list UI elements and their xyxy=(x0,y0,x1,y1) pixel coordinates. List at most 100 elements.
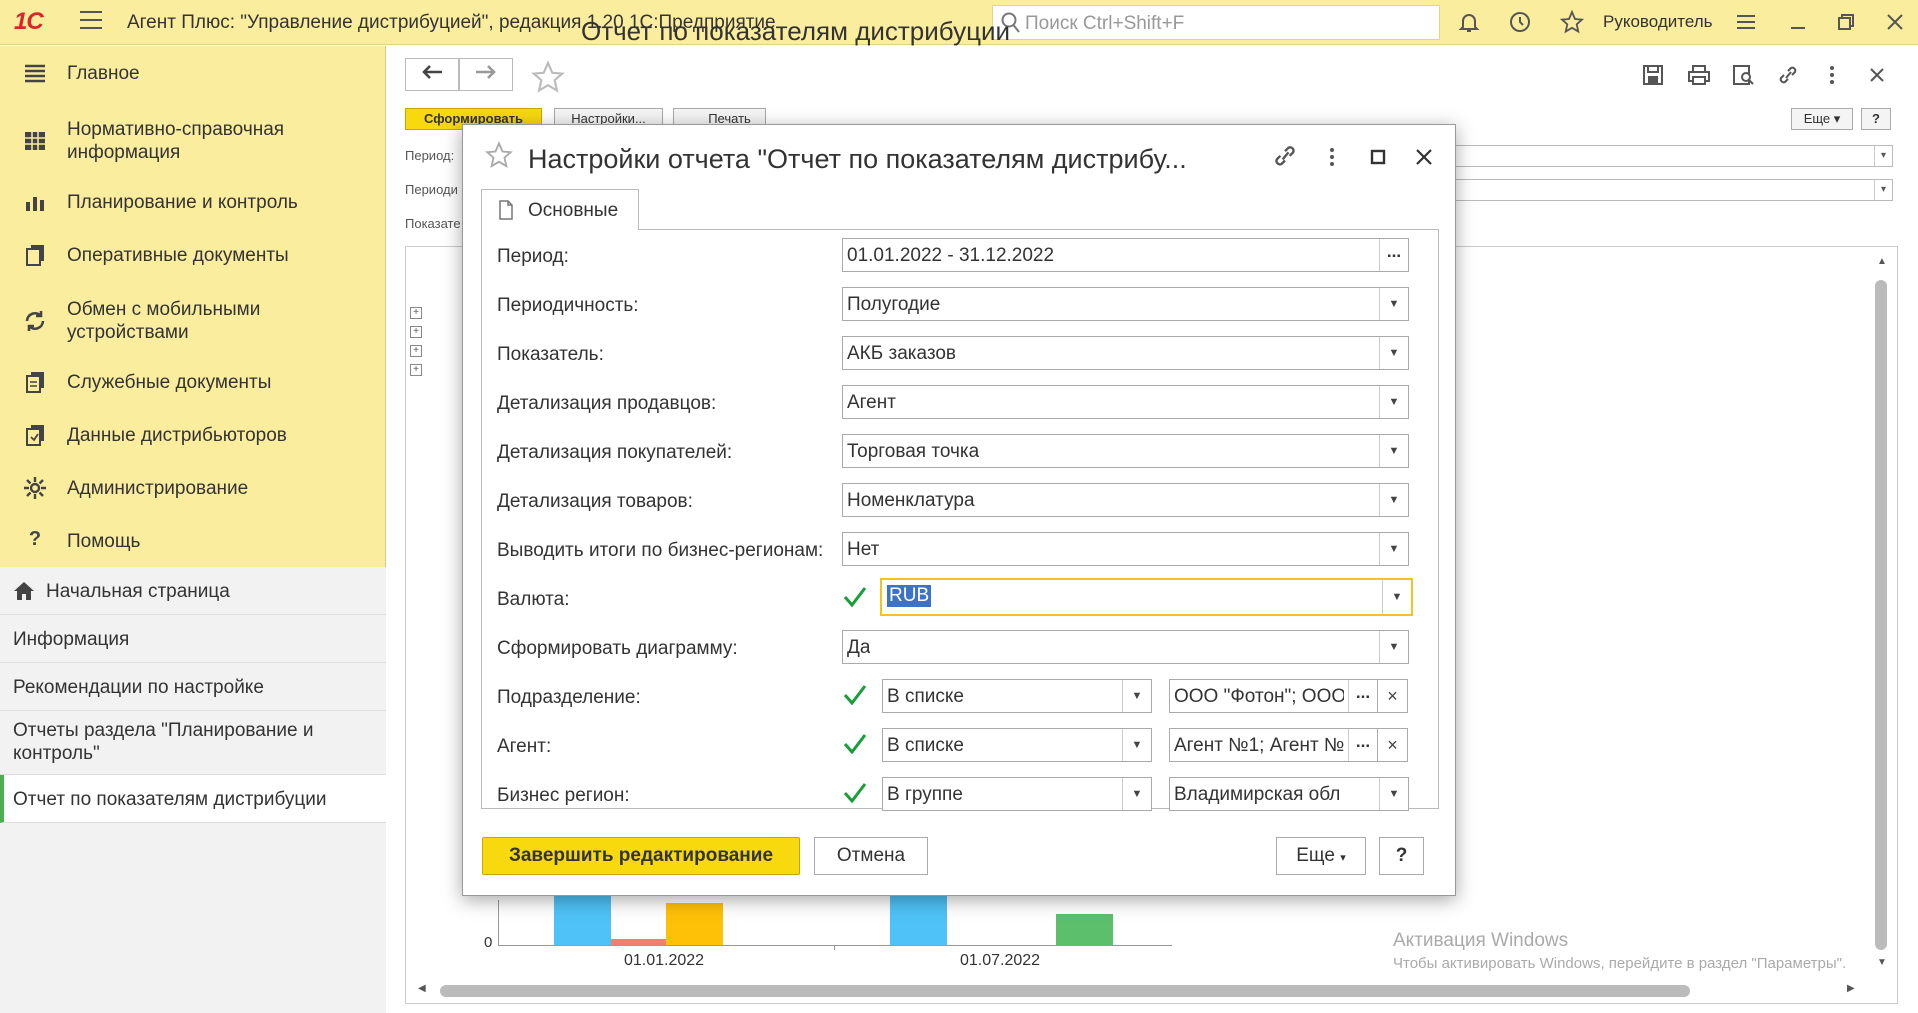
main-menu-icon[interactable] xyxy=(80,11,102,31)
department-checkbox[interactable] xyxy=(842,682,868,708)
link-icon[interactable] xyxy=(1776,64,1800,86)
business-region-value-select[interactable]: Владимирская обл ▼ xyxy=(1169,777,1409,811)
region-totals-select[interactable]: Нет ▼ xyxy=(842,532,1409,566)
periodicity-field-bg[interactable]: ▾ xyxy=(1455,179,1893,201)
expand-icon[interactable]: + xyxy=(410,364,422,376)
section-operative-docs[interactable]: Оперативные документы xyxy=(0,242,386,272)
open-item-recommendations[interactable]: Рекомендации по настройке xyxy=(0,663,386,711)
chevron-down-icon[interactable]: ▼ xyxy=(1379,631,1408,663)
more-vertical-icon[interactable] xyxy=(1828,64,1836,86)
section-distributor-data[interactable]: Данные дистрибьюторов xyxy=(0,422,386,452)
open-item-planning-reports[interactable]: Отчеты раздела "Планирование и контроль" xyxy=(0,711,386,775)
business-region-condition-select[interactable]: В группе ▼ xyxy=(882,777,1152,811)
department-value-field[interactable]: ООО "Фотон"; ООО ... xyxy=(1169,679,1378,713)
chevron-down-icon[interactable]: ▼ xyxy=(1382,580,1411,614)
agent-checkbox[interactable] xyxy=(842,731,868,757)
dialog-more-vertical-icon[interactable] xyxy=(1318,143,1346,171)
choose-agent-button[interactable]: ... xyxy=(1348,729,1377,761)
chevron-down-icon[interactable]: ▼ xyxy=(1379,484,1408,516)
section-administration[interactable]: Администрирование xyxy=(0,475,386,505)
agent-value-field[interactable]: Агент №1; Агент № ... xyxy=(1169,728,1378,762)
periodicity-select[interactable]: Полугодие ▼ xyxy=(842,287,1409,321)
chevron-down-icon[interactable]: ▼ xyxy=(1379,288,1408,320)
dialog-help-button[interactable]: ? xyxy=(1379,837,1424,875)
form-close-icon[interactable] xyxy=(1868,66,1886,84)
scroll-up-icon[interactable]: ▲ xyxy=(1877,256,1887,267)
report-horizontal-scrollbar[interactable] xyxy=(440,985,1690,997)
buyer-detail-select[interactable]: Торговая точка ▼ xyxy=(842,434,1409,468)
scroll-down-icon[interactable]: ▼ xyxy=(1877,957,1887,968)
chevron-down-icon[interactable]: ▼ xyxy=(1122,729,1151,761)
expand-icon[interactable]: + xyxy=(410,345,422,357)
back-button[interactable] xyxy=(405,58,459,91)
preview-icon[interactable] xyxy=(1732,64,1756,86)
dialog-maximize-icon[interactable] xyxy=(1364,143,1392,171)
finish-editing-button[interactable]: Завершить редактирование xyxy=(482,837,800,875)
favorites-star-icon[interactable] xyxy=(1559,9,1585,36)
department-condition-select[interactable]: В списке ▼ xyxy=(882,679,1152,713)
choose-department-button[interactable]: ... xyxy=(1348,680,1377,712)
chevron-down-icon[interactable]: ▼ xyxy=(1379,533,1408,565)
open-item-info[interactable]: Информация xyxy=(0,615,386,663)
chart-bar xyxy=(666,903,723,945)
clear-department-button[interactable]: × xyxy=(1378,679,1408,713)
print-icon[interactable] xyxy=(1687,64,1711,86)
save-icon[interactable] xyxy=(1642,64,1664,86)
chevron-down-icon[interactable]: ▼ xyxy=(1379,386,1408,418)
open-item-home[interactable]: Начальная страница xyxy=(0,567,386,615)
section-help[interactable]: ? Помощь xyxy=(0,528,386,558)
clear-agent-button[interactable]: × xyxy=(1378,728,1408,762)
periodicity-label: Периоди xyxy=(405,182,458,197)
restore-icon[interactable] xyxy=(1833,10,1859,36)
period-label: Период: xyxy=(405,148,455,163)
period-field[interactable]: 01.01.2022 - 31.12.2022 ... xyxy=(842,238,1409,272)
tab-main[interactable]: Основные xyxy=(481,189,639,230)
history-icon[interactable] xyxy=(1507,10,1533,36)
section-service-docs[interactable]: Служебные документы xyxy=(0,369,386,399)
cancel-button[interactable]: Отмена xyxy=(814,837,928,875)
section-main[interactable]: Главное xyxy=(0,60,386,90)
section-mobile-exchange[interactable]: Обмен с мобильными устройствами xyxy=(0,296,386,346)
expand-icon[interactable]: + xyxy=(410,326,422,338)
settings-lines-icon[interactable] xyxy=(1733,10,1759,36)
forward-button[interactable] xyxy=(459,58,513,91)
search-box[interactable]: Поиск Ctrl+Shift+F xyxy=(992,5,1440,40)
close-icon[interactable] xyxy=(1882,10,1908,36)
section-planning[interactable]: Планирование и контроль xyxy=(0,189,386,219)
indicator-select[interactable]: АКБ заказов ▼ xyxy=(842,336,1409,370)
goods-detail-select[interactable]: Номенклатура ▼ xyxy=(842,483,1409,517)
chevron-down-icon[interactable]: ▼ xyxy=(1122,680,1151,712)
dialog-favorite-star-icon[interactable] xyxy=(485,141,513,169)
seller-detail-select[interactable]: Агент ▼ xyxy=(842,385,1409,419)
notifications-bell-icon[interactable] xyxy=(1456,10,1482,36)
period-field-bg[interactable]: ▾ xyxy=(1455,145,1893,167)
user-name[interactable]: Руководитель xyxy=(1603,12,1713,32)
dialog-close-icon[interactable] xyxy=(1410,143,1438,171)
open-item-distribution-report[interactable]: Отчет по показателям дистрибуции xyxy=(0,775,386,823)
agent-condition-select[interactable]: В списке ▼ xyxy=(882,728,1152,762)
business-region-label: Бизнес регион: xyxy=(497,785,630,806)
chevron-down-icon[interactable]: ▼ xyxy=(1379,778,1408,810)
chart-generate-select[interactable]: Да ▼ xyxy=(842,630,1409,664)
business-region-checkbox[interactable] xyxy=(842,780,868,806)
section-reference-info[interactable]: Нормативно-справочная информация xyxy=(0,116,386,166)
scroll-left-icon[interactable]: ◀ xyxy=(418,983,426,994)
1c-logo: 1С xyxy=(14,8,44,35)
chevron-down-icon[interactable]: ▼ xyxy=(1379,337,1408,369)
form-title: Отчет по показателям дистрибуции xyxy=(581,16,1011,46)
windows-activation-hint: Чтобы активировать Windows, перейдите в … xyxy=(1393,955,1847,972)
report-vertical-scrollbar[interactable] xyxy=(1875,280,1887,950)
currency-select[interactable]: RUB ▼ xyxy=(880,578,1413,616)
dialog-link-icon[interactable] xyxy=(1271,143,1299,171)
scroll-right-icon[interactable]: ▶ xyxy=(1847,983,1855,994)
expand-icon[interactable]: + xyxy=(410,307,422,319)
dialog-more-button[interactable]: Еще ▾ xyxy=(1276,837,1366,875)
help-button[interactable]: ? xyxy=(1861,108,1891,130)
more-button[interactable]: Еще ▾ xyxy=(1791,108,1853,130)
choose-period-button[interactable]: ... xyxy=(1379,239,1408,271)
chevron-down-icon[interactable]: ▼ xyxy=(1379,435,1408,467)
minimize-icon[interactable] xyxy=(1785,10,1811,36)
chevron-down-icon[interactable]: ▼ xyxy=(1122,778,1151,810)
currency-checkbox[interactable] xyxy=(842,584,868,610)
favorite-star-icon[interactable] xyxy=(531,60,565,94)
